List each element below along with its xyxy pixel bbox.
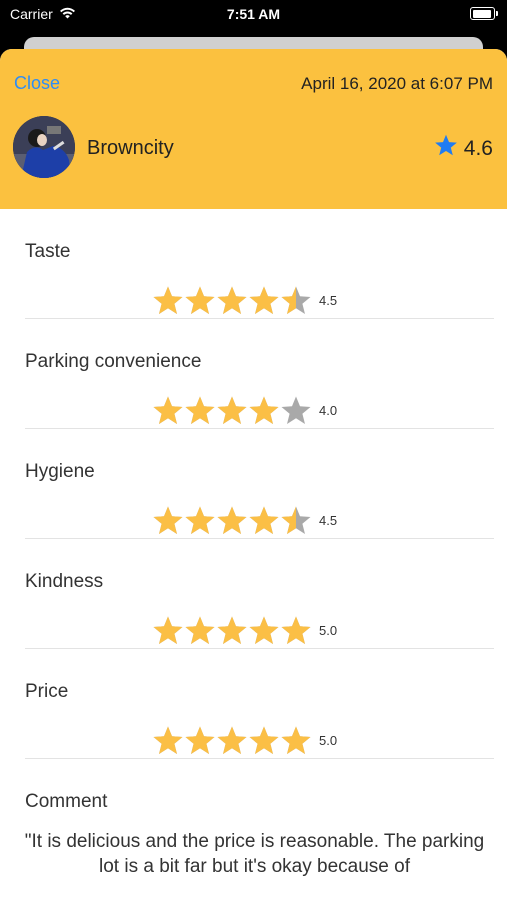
star-icon [249, 726, 279, 754]
star-icon [185, 726, 215, 754]
rating-label: Hygiene [25, 461, 95, 482]
star-icon [153, 506, 183, 534]
rating-score: 5.0 [319, 733, 338, 748]
rating-row: Hygiene 4.5 [25, 429, 494, 539]
star-rating [152, 615, 312, 646]
star-icon [281, 286, 311, 314]
rating-row: Price 5.0 [25, 649, 494, 759]
star-icon [217, 616, 247, 644]
status-bar: Carrier 7:51 AM [0, 0, 507, 30]
comment-text: "It is delicious and the price is reason… [24, 831, 485, 877]
star-icon [153, 726, 183, 754]
rating-list: Taste 4.5 Parking convenience 4.0 Hygien… [0, 209, 507, 899]
star-icon [185, 286, 215, 314]
rating-label: Parking convenience [25, 351, 202, 372]
comment-label: Comment [25, 791, 108, 812]
rating-label: Price [25, 681, 69, 702]
rating-label: Kindness [25, 571, 104, 592]
star-icon [217, 506, 247, 534]
close-button[interactable]: Close [14, 73, 60, 94]
review-detail-sheet: Close April 16, 2020 at 6:07 PM Browncit… [0, 49, 507, 900]
rating-row: Parking convenience 4.0 [25, 319, 494, 429]
star-icon [249, 286, 279, 314]
star-icon [281, 726, 311, 754]
battery-icon [470, 7, 498, 20]
star-icon [281, 506, 311, 534]
rating-score: 4.5 [319, 293, 338, 308]
rating-row: Taste 4.5 [25, 209, 494, 319]
star-icon [185, 616, 215, 644]
star-icon [249, 506, 279, 534]
rating-row: Kindness 5.0 [25, 539, 494, 649]
star-icon [153, 286, 183, 314]
overall-rating-value: 4.6 [463, 136, 493, 160]
star-icon [217, 286, 247, 314]
review-header: Close April 16, 2020 at 6:07 PM Browncit… [0, 49, 507, 209]
star-icon [185, 506, 215, 534]
rating-score: 4.5 [319, 513, 338, 528]
review-date: April 16, 2020 at 6:07 PM [301, 74, 493, 93]
star-rating [152, 505, 312, 536]
rating-label: Taste [25, 241, 71, 262]
overall-rating: 4.6 [434, 134, 493, 163]
star-rating [152, 395, 312, 426]
avatar [13, 116, 75, 178]
star-rating [152, 725, 312, 756]
star-icon [249, 616, 279, 644]
reviewer-name: Browncity [87, 137, 174, 159]
rating-score: 5.0 [319, 623, 338, 638]
star-icon [281, 616, 311, 644]
star-icon [153, 616, 183, 644]
star-icon [217, 396, 247, 424]
star-icon [281, 396, 311, 424]
star-icon [434, 134, 458, 163]
star-icon [217, 726, 247, 754]
star-icon [185, 396, 215, 424]
star-icon [249, 396, 279, 424]
rating-score: 4.0 [319, 403, 338, 418]
status-time: 7:51 AM [226, 6, 281, 22]
star-rating [152, 285, 312, 316]
comment-section: Comment "It is delicious and the price i… [25, 759, 494, 899]
star-icon [153, 396, 183, 424]
